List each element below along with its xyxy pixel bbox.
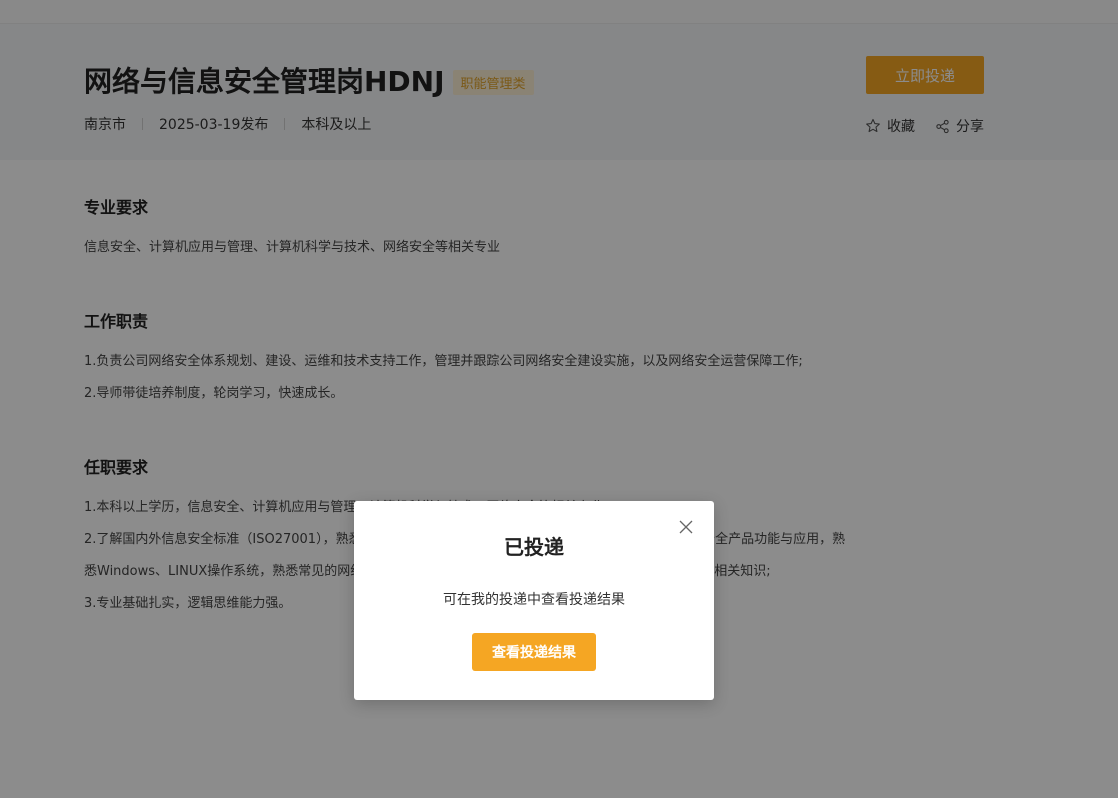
dialog-title: 已投递	[504, 535, 564, 559]
dialog-message: 可在我的投递中查看投递结果	[443, 592, 625, 608]
view-results-button[interactable]: 查看投递结果	[472, 633, 596, 671]
application-submitted-dialog: 已投递 可在我的投递中查看投递结果 查看投递结果	[354, 501, 714, 700]
